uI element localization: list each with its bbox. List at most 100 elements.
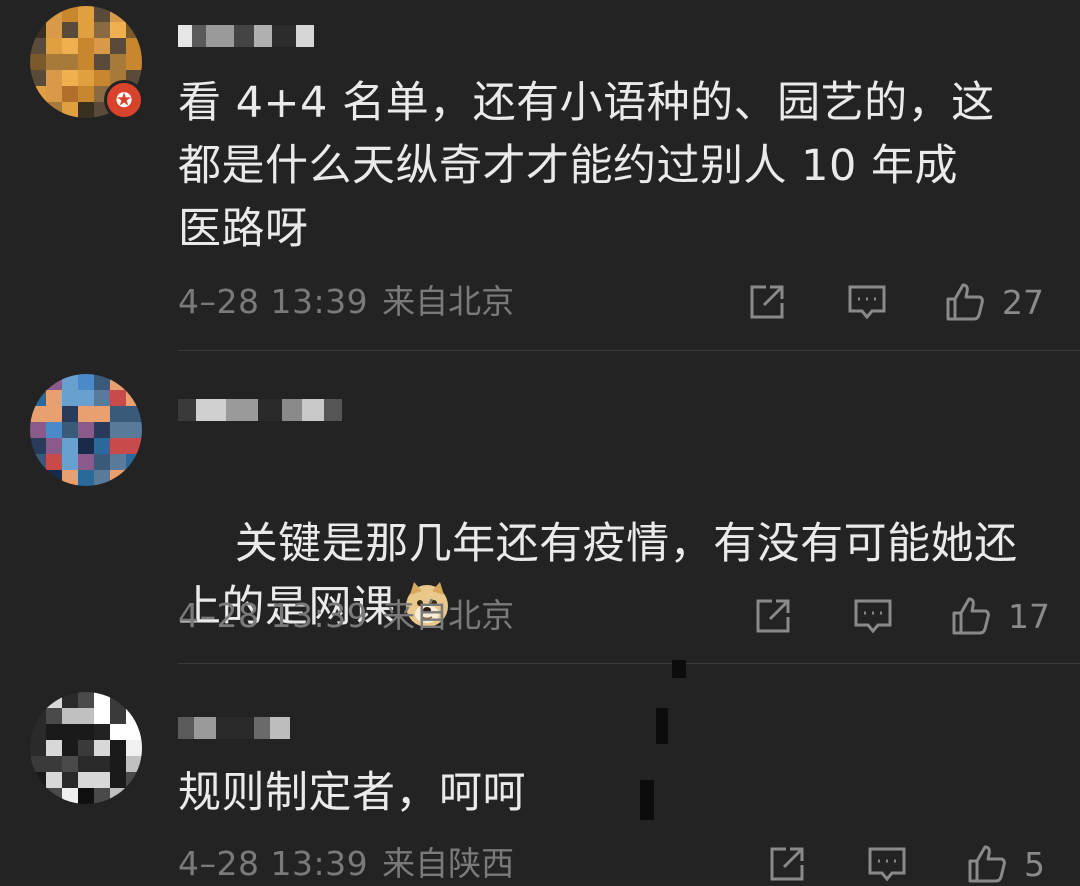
reply-button[interactable] — [846, 280, 888, 324]
avatar-pixel — [46, 22, 62, 38]
avatar-pixel — [94, 454, 110, 470]
avatar-pixel — [30, 772, 46, 788]
avatar-pixel — [126, 724, 142, 740]
share-icon — [756, 599, 790, 633]
star-badge-icon: ✪ — [104, 80, 144, 120]
avatar-pixel — [46, 470, 62, 486]
avatar-pixel — [110, 708, 126, 724]
avatar-pixel — [94, 438, 110, 454]
comment-meta: 4–28 13:39 来自北京 — [178, 594, 514, 638]
avatar-pixel — [30, 724, 46, 740]
avatar-pixel — [30, 422, 46, 438]
avatar-pixel — [78, 86, 94, 102]
avatar-pixel — [126, 390, 142, 406]
avatar-pixel — [30, 470, 46, 486]
like-button[interactable]: 17 — [950, 594, 1050, 638]
avatar-pixel — [78, 70, 94, 86]
comment-location: 来自北京 — [382, 282, 515, 321]
avatar-pixel — [126, 756, 142, 772]
avatar-pixel — [126, 54, 142, 70]
avatar-pixel — [94, 406, 110, 422]
avatar-pixel — [30, 54, 46, 70]
avatar-pixel — [126, 788, 142, 804]
avatar-pixel — [30, 756, 46, 772]
comment-icon — [854, 599, 892, 634]
avatar-pixel — [110, 772, 126, 788]
avatar-pixel — [110, 740, 126, 756]
artifact-mark — [656, 708, 668, 744]
share-button[interactable] — [752, 594, 794, 638]
avatar-pixel — [30, 86, 46, 102]
avatar-pixel — [78, 6, 94, 22]
avatar-pixel — [94, 54, 110, 70]
avatar-pixel — [126, 422, 142, 438]
avatar-pixel — [110, 54, 126, 70]
avatar-pixel — [62, 708, 78, 724]
share-button[interactable] — [766, 842, 808, 886]
avatar[interactable] — [30, 374, 142, 486]
like-count: 5 — [1024, 844, 1045, 884]
avatar-pixel — [30, 406, 46, 422]
avatar-pixel — [46, 390, 62, 406]
share-icon — [750, 285, 784, 319]
avatar-pixel — [62, 70, 78, 86]
avatar-pixel — [62, 454, 78, 470]
avatar-pixel — [110, 454, 126, 470]
avatar-pixel — [46, 102, 62, 118]
avatar-pixel — [94, 772, 110, 788]
avatar-pixel — [62, 54, 78, 70]
avatar-pixel — [30, 740, 46, 756]
avatar-pixel — [30, 454, 46, 470]
avatar-pixel — [62, 422, 78, 438]
avatar-pixel — [94, 724, 110, 740]
avatar-pixel — [78, 740, 94, 756]
avatar-pixel — [110, 374, 126, 390]
avatar-pixel — [110, 692, 126, 708]
comment-location: 来自陕西 — [382, 844, 515, 883]
avatar-pixel — [62, 756, 78, 772]
avatar-pixel — [78, 470, 94, 486]
like-button[interactable]: 27 — [944, 280, 1044, 324]
comment-text: 关键是那几年还有疫情，有没有可能她还 上的是网课 — [178, 450, 1058, 702]
avatar-pixel — [30, 38, 46, 54]
username-blurred[interactable] — [178, 706, 290, 750]
avatar-pixel — [94, 756, 110, 772]
share-button[interactable] — [746, 280, 788, 324]
avatar-pixel — [126, 454, 142, 470]
avatar-pixel — [30, 70, 46, 86]
avatar-pixel — [46, 438, 62, 454]
avatar-pixel — [94, 38, 110, 54]
avatar-pixel — [78, 38, 94, 54]
avatar-pixel — [62, 6, 78, 22]
avatar-pixel — [62, 772, 78, 788]
avatar-pixel — [78, 374, 94, 390]
comment-time: 4–28 13:39 — [178, 596, 369, 635]
like-button[interactable]: 5 — [966, 842, 1045, 886]
avatar-pixel — [46, 374, 62, 390]
avatar-pixel — [46, 70, 62, 86]
avatar-pixel — [126, 438, 142, 454]
avatar[interactable] — [30, 692, 142, 804]
avatar-pixel — [78, 390, 94, 406]
avatar-pixel — [94, 708, 110, 724]
avatar-pixel — [62, 788, 78, 804]
avatar-pixel — [94, 390, 110, 406]
avatar-pixel — [78, 22, 94, 38]
username-blurred[interactable] — [178, 14, 314, 58]
comment-time: 4–28 13:39 — [178, 844, 369, 883]
avatar-pixel — [30, 390, 46, 406]
thumbs-up-icon — [968, 845, 1006, 883]
comment-meta: 4–28 13:39 来自陕西 — [178, 842, 514, 886]
avatar-pixel — [78, 422, 94, 438]
comment-icon — [868, 847, 906, 882]
avatar-pixel — [62, 86, 78, 102]
avatar-pixel — [46, 772, 62, 788]
avatar-pixel — [110, 438, 126, 454]
username-blurred[interactable] — [178, 388, 342, 432]
avatar-pixel — [30, 6, 46, 22]
reply-button[interactable] — [852, 594, 894, 638]
avatar-pixel — [62, 724, 78, 740]
avatar-pixel — [78, 102, 94, 118]
reply-button[interactable] — [866, 842, 908, 886]
comment-time: 4–28 13:39 — [178, 282, 369, 321]
